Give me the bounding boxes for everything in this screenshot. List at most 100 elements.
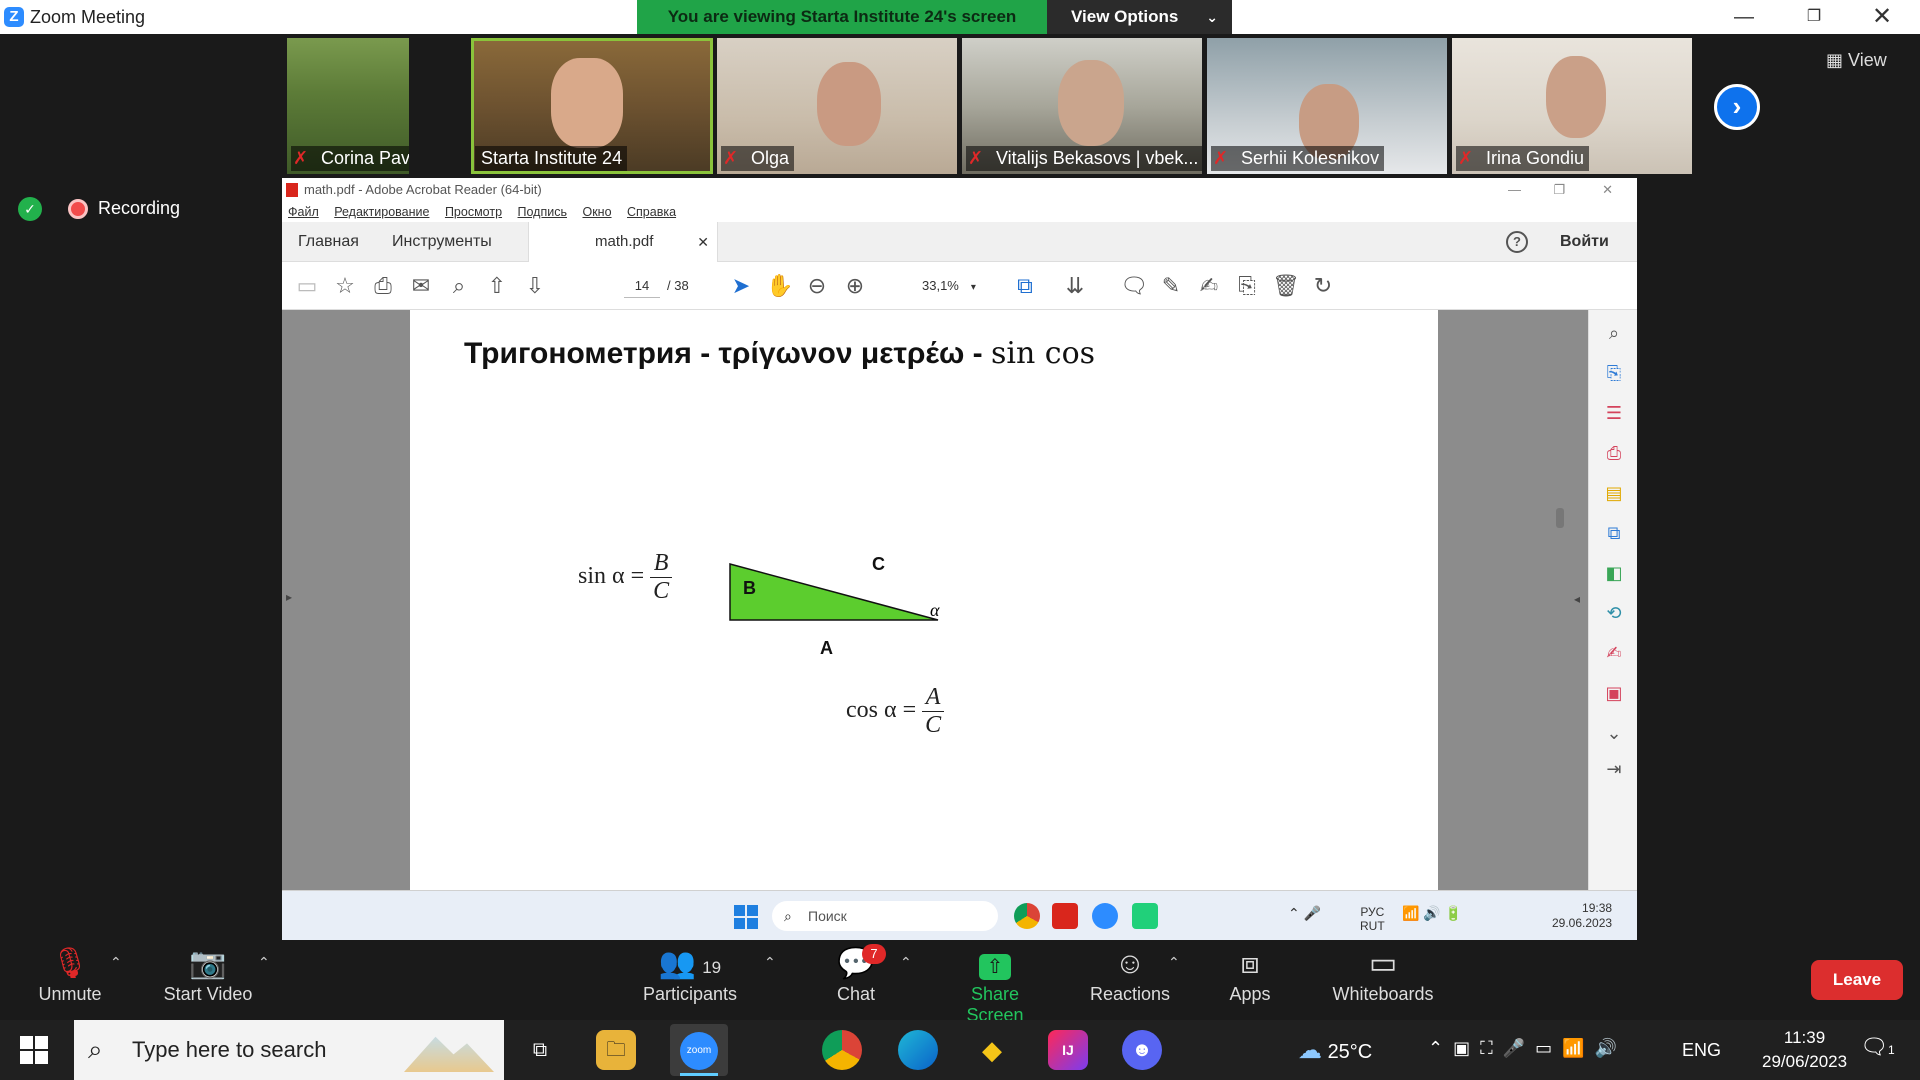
collapse-panel-icon[interactable]: ⇥: [1601, 756, 1627, 782]
menu-help[interactable]: Справка: [627, 205, 676, 219]
view-button[interactable]: ▦ View: [1826, 50, 1887, 71]
stamp-icon[interactable]: ⎘: [1234, 274, 1260, 300]
security-shield-icon[interactable]: ✓: [18, 197, 42, 221]
remote-start-icon[interactable]: [734, 905, 758, 929]
print-icon[interactable]: ⎙: [370, 274, 396, 300]
search-icon[interactable]: ⌕: [446, 274, 472, 300]
zoom-out-icon[interactable]: ⊖: [804, 274, 830, 300]
scroll-mode-icon[interactable]: ⇊: [1062, 274, 1088, 300]
next-participants-button[interactable]: ›: [1714, 84, 1760, 130]
expand-tools-icon[interactable]: ⌄: [1601, 720, 1627, 746]
email-icon[interactable]: ✉: [408, 274, 434, 300]
delete-icon[interactable]: 🗑: [1272, 274, 1300, 300]
menu-window[interactable]: Окно: [582, 205, 611, 219]
unmute-button[interactable]: 🎙 Unmute: [30, 944, 110, 1005]
chrome-icon[interactable]: [822, 1030, 862, 1070]
tab-tools[interactable]: Инструменты: [392, 222, 492, 262]
export-pdf-icon[interactable]: ⎙: [1601, 440, 1627, 466]
prev-page-icon[interactable]: ⇧: [484, 274, 510, 300]
system-tray-icons[interactable]: ⌃▣⛶🎤▭📶🔊: [1428, 1038, 1627, 1059]
page-number-input[interactable]: 14: [624, 274, 660, 298]
restore-icon[interactable]: ❐: [1553, 178, 1565, 202]
video-options-caret[interactable]: ⌃: [258, 954, 270, 971]
file-explorer-icon[interactable]: 🗀: [596, 1030, 636, 1070]
menu-file[interactable]: Файл: [288, 205, 319, 219]
zoom-taskbar-icon[interactable]: zoom: [670, 1024, 728, 1076]
tab-home[interactable]: Главная: [298, 222, 359, 262]
bookmark-star-icon[interactable]: ☆: [332, 274, 358, 300]
login-button[interactable]: Войти: [1560, 222, 1609, 262]
zoom-in-icon[interactable]: ⊕: [842, 274, 868, 300]
draw-icon[interactable]: ✍: [1196, 274, 1222, 300]
zoom-level-select[interactable]: 33,1% ▾: [922, 274, 976, 300]
participant-tile[interactable]: Vitalijs Bekasovs | vbek... ✗: [962, 38, 1202, 174]
minimize-button[interactable]: —: [1714, 0, 1774, 34]
organize-pages-icon[interactable]: ☰: [1601, 400, 1627, 426]
create-pdf-icon[interactable]: ⎘: [1601, 360, 1627, 386]
next-page-icon[interactable]: ⇩: [522, 274, 548, 300]
edge-icon[interactable]: [898, 1030, 938, 1070]
weather-widget[interactable]: ☁ 25°C: [1298, 1036, 1372, 1065]
more-tools-icon[interactable]: ▣: [1601, 680, 1627, 706]
select-cursor-icon[interactable]: ➤: [728, 274, 754, 300]
help-icon[interactable]: ?: [1506, 231, 1528, 253]
discord-icon[interactable]: ☻: [1122, 1030, 1162, 1070]
reactions-caret[interactable]: ⌃: [1168, 954, 1180, 971]
highlight-pen-icon[interactable]: ✎: [1158, 274, 1184, 300]
reactions-button[interactable]: ☺ Reactions: [1085, 944, 1175, 1005]
restore-button[interactable]: ❐: [1784, 0, 1844, 34]
rotate-icon[interactable]: ↻: [1310, 274, 1336, 300]
terminal-app-icon[interactable]: [1132, 903, 1158, 929]
taskbar-search-input[interactable]: ⌕ Type here to search: [74, 1020, 504, 1080]
save-icon[interactable]: ▭: [294, 274, 320, 300]
taskbar-clock[interactable]: 11:39 29/06/2023: [1762, 1026, 1847, 1074]
remote-language[interactable]: РУС RUT: [1360, 905, 1385, 933]
participants-button[interactable]: 👥 19 Participants: [640, 944, 740, 1005]
close-icon[interactable]: ✕: [1602, 178, 1613, 202]
intellij-icon[interactable]: IJ: [1048, 1030, 1088, 1070]
share-screen-button[interactable]: ⇧ Share Screen: [940, 944, 1050, 1026]
menu-sign[interactable]: Подпись: [518, 205, 567, 219]
minimize-icon[interactable]: —: [1508, 178, 1521, 202]
remote-tray-icons[interactable]: ⌃ 🎤: [1288, 905, 1321, 922]
fit-page-icon[interactable]: ⧉: [1012, 274, 1038, 300]
language-indicator[interactable]: ENG: [1682, 1040, 1721, 1061]
tab-document[interactable]: math.pdf ✕: [528, 222, 718, 263]
leave-button[interactable]: Leave: [1811, 960, 1903, 1000]
close-tab-icon[interactable]: ✕: [697, 222, 709, 262]
remote-search-box[interactable]: ⌕ Поиск: [772, 901, 998, 931]
notifications-icon[interactable]: 🗨1: [1860, 1034, 1895, 1060]
participant-tile[interactable]: Starta Institute 24: [471, 38, 713, 174]
participant-tile[interactable]: Irina Gondiu ✗: [1452, 38, 1692, 174]
fill-sign-icon[interactable]: ✍: [1601, 640, 1627, 666]
chat-caret[interactable]: ⌃: [900, 954, 912, 971]
git-kraken-icon[interactable]: ◆: [972, 1030, 1012, 1070]
scan-icon[interactable]: ⟲: [1601, 600, 1627, 626]
acrobat-icon[interactable]: [1052, 903, 1078, 929]
hand-tool-icon[interactable]: ✋: [766, 274, 793, 300]
remote-network-icons[interactable]: 📶 🔊 🔋: [1402, 905, 1462, 922]
audio-options-caret[interactable]: ⌃: [110, 954, 122, 971]
right-panel-toggle-icon[interactable]: ◂: [1574, 592, 1580, 606]
participant-tile[interactable]: Corina Pavliuc ✗: [287, 38, 409, 174]
compress-icon[interactable]: ◧: [1601, 560, 1627, 586]
comment-tool-icon[interactable]: ▤: [1601, 480, 1627, 506]
view-options-button[interactable]: View Options ⌄: [1047, 0, 1232, 34]
comment-icon[interactable]: 🗨: [1120, 274, 1148, 300]
apps-button[interactable]: ⧈ Apps: [1222, 944, 1278, 1005]
zoom-app-icon[interactable]: [1092, 903, 1118, 929]
start-video-button[interactable]: 📷 Start Video: [158, 944, 258, 1005]
participant-tile[interactable]: Serhii Kolesnikov ✗: [1207, 38, 1447, 174]
windows-start-icon[interactable]: [20, 1036, 48, 1064]
menu-view[interactable]: Просмотр: [445, 205, 502, 219]
left-panel-toggle-icon[interactable]: ▸: [286, 590, 292, 604]
combine-files-icon[interactable]: ⧉: [1601, 520, 1627, 546]
zoom-search-icon[interactable]: ⌕: [1601, 320, 1627, 346]
chrome-icon[interactable]: [1014, 903, 1040, 929]
participant-tile[interactable]: Olga ✗: [717, 38, 957, 174]
task-view-icon[interactable]: ⧉: [520, 1030, 560, 1070]
close-button[interactable]: ✕: [1852, 0, 1912, 34]
menu-edit[interactable]: Редактирование: [334, 205, 429, 219]
whiteboards-button[interactable]: ▭ Whiteboards: [1328, 944, 1438, 1005]
scrollbar-thumb[interactable]: [1556, 508, 1564, 528]
